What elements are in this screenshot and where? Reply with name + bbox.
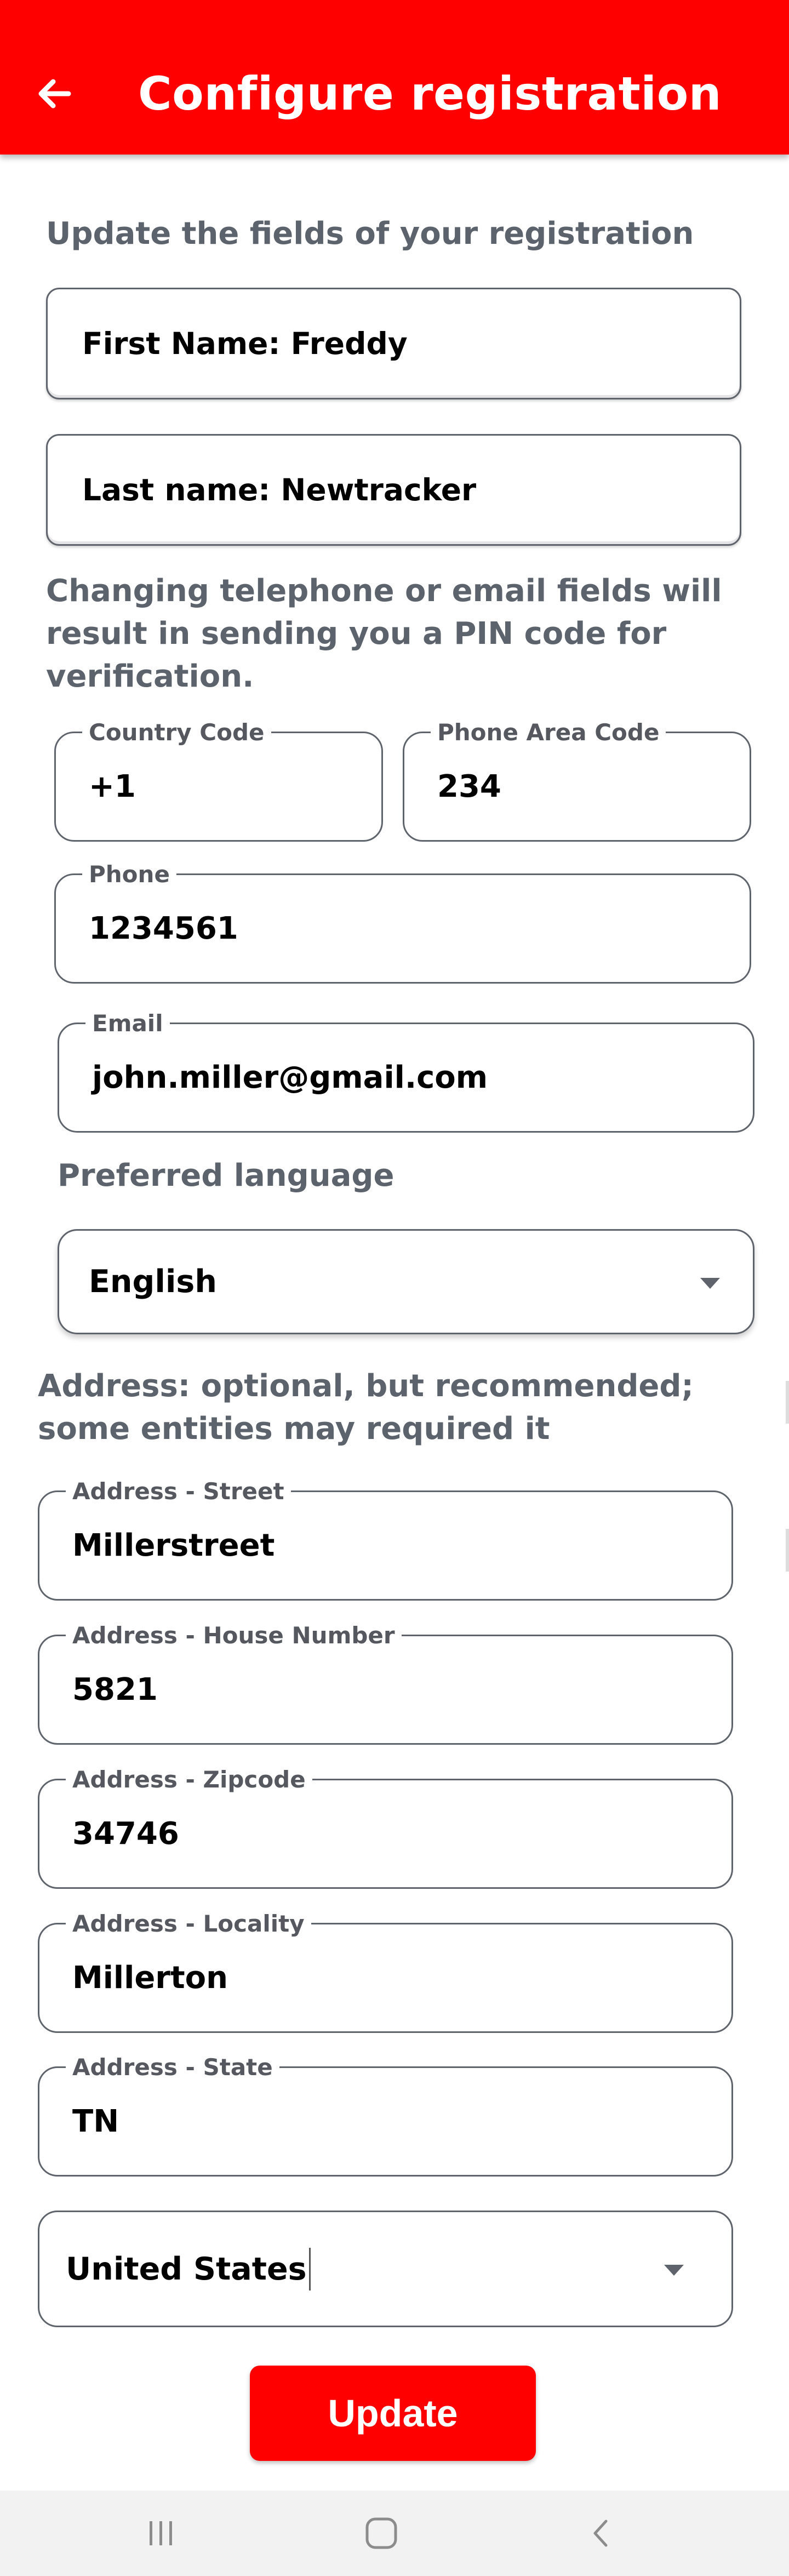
chevron-down-icon <box>700 1278 720 1289</box>
language-dropdown[interactable]: English <box>58 1229 754 1334</box>
preferred-language-label: Preferred language <box>58 1158 395 1193</box>
address-note: Address: optional, but recommended; some… <box>38 1368 694 1447</box>
country-code-value: +1 <box>89 769 136 804</box>
home-button[interactable] <box>316 2491 447 2576</box>
chevron-down-icon <box>664 2265 684 2276</box>
arrow-left-icon <box>38 79 71 108</box>
phone-area-code-value: 234 <box>437 769 501 804</box>
address-house-number-value: 5821 <box>72 1672 158 1707</box>
update-button[interactable]: Update <box>250 2366 536 2461</box>
recents-button[interactable] <box>95 2491 227 2576</box>
phone-area-code-field[interactable]: Phone Area Code 234 <box>403 719 751 842</box>
first-name-value: First Name: Freddy <box>82 326 408 361</box>
address-locality-value: Millerton <box>72 1960 228 1996</box>
address-zipcode-field[interactable]: Address - Zipcode 34746 <box>38 1766 733 1889</box>
last-name-value: Last name: Newtracker <box>82 472 477 507</box>
page-title: Configure registration <box>138 67 722 121</box>
scroll-edge-marker <box>786 1529 789 1572</box>
email-value: john.miller@gmail.com <box>92 1060 488 1095</box>
phone-field[interactable]: Phone 1234561 <box>54 861 751 984</box>
address-street-field[interactable]: Address - Street Millerstreet <box>38 1478 733 1601</box>
address-house-number-field[interactable]: Address - House Number 5821 <box>38 1622 733 1745</box>
app-bar: Configure registration <box>0 0 789 155</box>
back-button[interactable] <box>30 69 79 118</box>
address-locality-field[interactable]: Address - Locality Millerton <box>38 1910 733 2033</box>
text-cursor <box>308 2247 311 2291</box>
address-zipcode-value: 34746 <box>72 1816 179 1852</box>
address-state-value: TN <box>72 2104 119 2139</box>
home-icon <box>365 2517 397 2549</box>
address-street-value: Millerstreet <box>72 1528 275 1563</box>
chevron-left-icon <box>593 2520 608 2547</box>
email-field[interactable]: Email john.miller@gmail.com <box>58 1010 754 1133</box>
country-selected-text: United States <box>66 2251 307 2287</box>
recents-icon <box>150 2521 172 2545</box>
country-dropdown[interactable]: United States <box>38 2211 733 2327</box>
country-selected: United States <box>66 2212 311 2326</box>
scroll-edge-marker <box>786 1381 789 1424</box>
intro-text: Update the fields of your registration <box>46 216 694 252</box>
system-back-button[interactable] <box>536 2491 667 2576</box>
last-name-field[interactable]: Last name: Newtracker <box>46 434 741 546</box>
country-code-field[interactable]: Country Code +1 <box>54 719 383 842</box>
first-name-field[interactable]: First Name: Freddy <box>46 288 741 399</box>
language-selected: English <box>89 1264 217 1300</box>
address-state-field[interactable]: Address - State TN <box>38 2054 733 2177</box>
phone-value: 1234561 <box>89 911 238 946</box>
verification-note: Changing telephone or email fields will … <box>46 573 722 694</box>
system-nav-bar <box>0 2491 789 2576</box>
